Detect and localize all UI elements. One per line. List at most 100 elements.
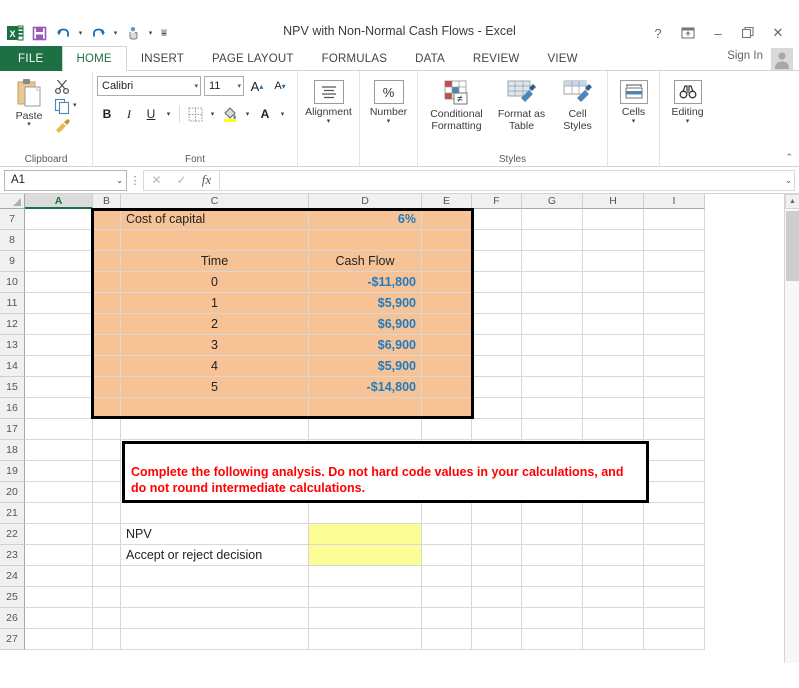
shrink-font-button[interactable]: A ▾ bbox=[270, 75, 290, 97]
expand-formula-bar-icon[interactable]: ⌄ bbox=[785, 176, 792, 185]
row-header-9[interactable]: 9 bbox=[0, 251, 25, 272]
cell-D8[interactable] bbox=[309, 230, 422, 251]
cell-I17[interactable] bbox=[644, 419, 705, 440]
tab-view[interactable]: VIEW bbox=[533, 46, 591, 71]
cell-C13[interactable]: 3 bbox=[121, 335, 309, 356]
cell-H13[interactable] bbox=[583, 335, 644, 356]
cell-G21[interactable] bbox=[522, 503, 583, 524]
cell-A15[interactable] bbox=[25, 377, 93, 398]
cell-E27[interactable] bbox=[422, 629, 472, 650]
cell-A10[interactable] bbox=[25, 272, 93, 293]
number-dropdown-icon[interactable]: ▾ bbox=[387, 118, 391, 125]
cell-B24[interactable] bbox=[93, 566, 121, 587]
cell-G8[interactable] bbox=[522, 230, 583, 251]
scroll-up-button[interactable]: ▲ bbox=[785, 194, 799, 209]
row-header-21[interactable]: 21 bbox=[0, 503, 25, 524]
column-header-b[interactable]: B bbox=[93, 194, 121, 209]
name-box[interactable]: A1 ⌄ bbox=[4, 169, 127, 191]
cell-B20[interactable] bbox=[93, 482, 121, 503]
cell-C9[interactable]: Time bbox=[121, 251, 309, 272]
column-header-d[interactable]: D bbox=[309, 194, 422, 209]
cell-E24[interactable] bbox=[422, 566, 472, 587]
cell-I21[interactable] bbox=[644, 503, 705, 524]
row-header-27[interactable]: 27 bbox=[0, 629, 25, 650]
cell-B10[interactable] bbox=[93, 272, 121, 293]
cell-H25[interactable] bbox=[583, 587, 644, 608]
font-name-combo[interactable]: Calibri ▾ bbox=[97, 76, 201, 96]
cell-F17[interactable] bbox=[472, 419, 522, 440]
grow-font-button[interactable]: A ▴ bbox=[247, 75, 267, 97]
cell-H14[interactable] bbox=[583, 356, 644, 377]
row-header-22[interactable]: 22 bbox=[0, 524, 25, 545]
cell-B27[interactable] bbox=[93, 629, 121, 650]
cell-H8[interactable] bbox=[583, 230, 644, 251]
cell-D9[interactable]: Cash Flow bbox=[309, 251, 422, 272]
cell-G13[interactable] bbox=[522, 335, 583, 356]
cell-I23[interactable] bbox=[644, 545, 705, 566]
cell-A11[interactable] bbox=[25, 293, 93, 314]
borders-dropdown-icon[interactable]: ▾ bbox=[207, 103, 218, 125]
cell-B17[interactable] bbox=[93, 419, 121, 440]
cell-A21[interactable] bbox=[25, 503, 93, 524]
cell-G26[interactable] bbox=[522, 608, 583, 629]
cell-A17[interactable] bbox=[25, 419, 93, 440]
cell-F9[interactable] bbox=[472, 251, 522, 272]
cell-F22[interactable] bbox=[472, 524, 522, 545]
alignment-button[interactable]: Alignment ▾ bbox=[302, 74, 355, 146]
cell-C25[interactable] bbox=[121, 587, 309, 608]
cell-G24[interactable] bbox=[522, 566, 583, 587]
cell-D14[interactable]: $5,900 bbox=[309, 356, 422, 377]
cell-A14[interactable] bbox=[25, 356, 93, 377]
cell-I10[interactable] bbox=[644, 272, 705, 293]
cell-F26[interactable] bbox=[472, 608, 522, 629]
cell-D21[interactable] bbox=[309, 503, 422, 524]
cell-D15[interactable]: -$14,800 bbox=[309, 377, 422, 398]
cell-B14[interactable] bbox=[93, 356, 121, 377]
cell-C24[interactable] bbox=[121, 566, 309, 587]
cell-E12[interactable] bbox=[422, 314, 472, 335]
cell-F13[interactable] bbox=[472, 335, 522, 356]
row-header-20[interactable]: 20 bbox=[0, 482, 25, 503]
row-header-23[interactable]: 23 bbox=[0, 545, 25, 566]
cell-G16[interactable] bbox=[522, 398, 583, 419]
tab-home[interactable]: HOME bbox=[61, 46, 127, 72]
cell-A18[interactable] bbox=[25, 440, 93, 461]
cell-I19[interactable] bbox=[644, 461, 705, 482]
cell-A23[interactable] bbox=[25, 545, 93, 566]
italic-button[interactable]: I bbox=[119, 103, 139, 125]
cell-G9[interactable] bbox=[522, 251, 583, 272]
insert-function-icon[interactable]: fx bbox=[194, 170, 219, 191]
cell-E17[interactable] bbox=[422, 419, 472, 440]
cell-A24[interactable] bbox=[25, 566, 93, 587]
cell-I15[interactable] bbox=[644, 377, 705, 398]
cell-I18[interactable] bbox=[644, 440, 705, 461]
tab-formulas[interactable]: FORMULAS bbox=[308, 46, 402, 71]
minimize-button[interactable]: – bbox=[703, 22, 733, 44]
cancel-formula-button[interactable]: ✕ bbox=[144, 170, 169, 191]
cell-E16[interactable] bbox=[422, 398, 472, 419]
cell-G15[interactable] bbox=[522, 377, 583, 398]
cell-G25[interactable] bbox=[522, 587, 583, 608]
cell-C22[interactable]: NPV bbox=[121, 524, 309, 545]
cell-F7[interactable] bbox=[472, 209, 522, 230]
cell-F16[interactable] bbox=[472, 398, 522, 419]
cell-F12[interactable] bbox=[472, 314, 522, 335]
cell-F27[interactable] bbox=[472, 629, 522, 650]
cell-E10[interactable] bbox=[422, 272, 472, 293]
tab-page-layout[interactable]: PAGE LAYOUT bbox=[198, 46, 308, 71]
enter-formula-button[interactable]: ✓ bbox=[169, 170, 194, 191]
editing-dropdown-icon[interactable]: ▾ bbox=[686, 118, 690, 125]
borders-button[interactable] bbox=[185, 103, 205, 125]
cell-B18[interactable] bbox=[93, 440, 121, 461]
font-size-combo[interactable]: 11 ▾ bbox=[204, 76, 244, 96]
ribbon-display-options-icon[interactable] bbox=[673, 22, 703, 44]
cell-I26[interactable] bbox=[644, 608, 705, 629]
cell-C8[interactable] bbox=[121, 230, 309, 251]
font-size-dropdown-icon[interactable]: ▾ bbox=[233, 82, 241, 90]
cell-E21[interactable] bbox=[422, 503, 472, 524]
cell-I22[interactable] bbox=[644, 524, 705, 545]
cell-I14[interactable] bbox=[644, 356, 705, 377]
copy-dropdown-icon[interactable]: ▾ bbox=[73, 102, 77, 109]
cell-G10[interactable] bbox=[522, 272, 583, 293]
cell-E23[interactable] bbox=[422, 545, 472, 566]
